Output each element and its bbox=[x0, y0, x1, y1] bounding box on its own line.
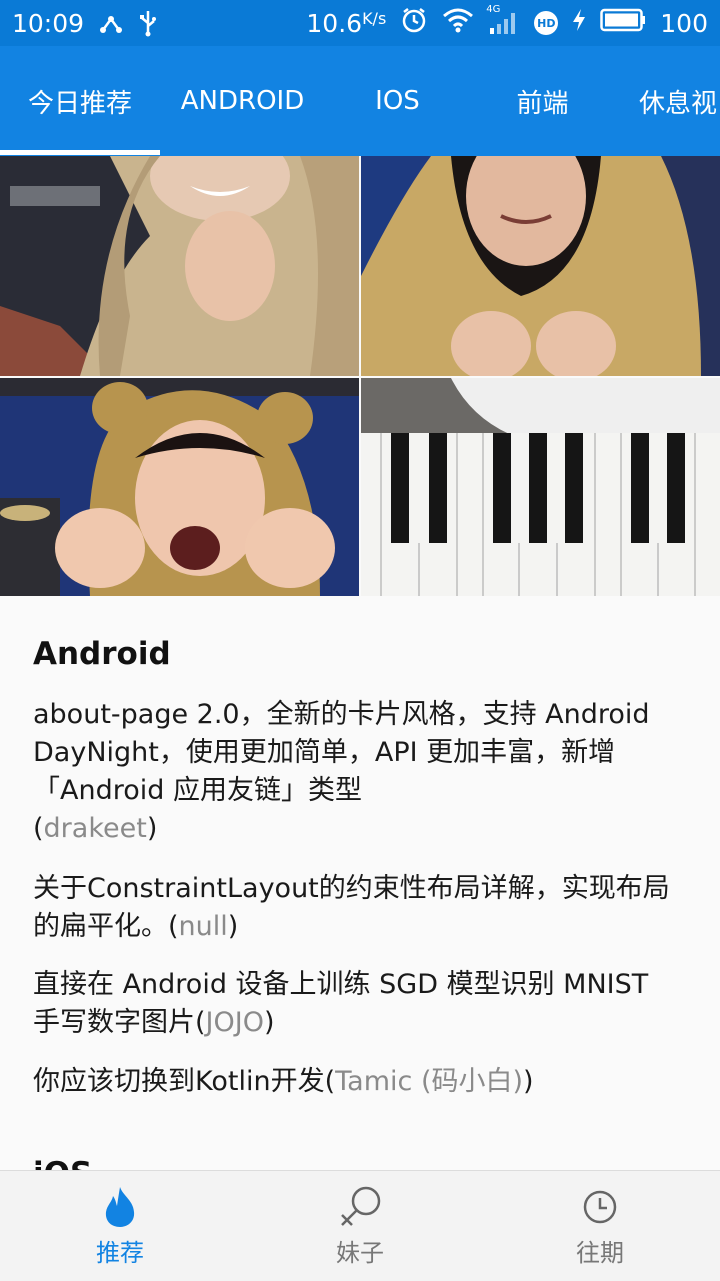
photo-collage[interactable] bbox=[0, 156, 720, 596]
network-speed: 10.6K/s bbox=[306, 8, 387, 38]
share-network-icon bbox=[98, 10, 124, 36]
tab-frontend[interactable]: 前端 bbox=[470, 46, 615, 156]
entry-author: Tamic (码小白) bbox=[335, 1066, 524, 1097]
entry-author: null bbox=[178, 911, 228, 942]
list-item[interactable]: 关于ConstraintLayout的约束性布局详解，实现布局的扁平化。(nul… bbox=[33, 870, 673, 946]
battery-level: 100 bbox=[660, 8, 708, 38]
nav-recommend[interactable]: 推荐 bbox=[0, 1171, 240, 1281]
flame-icon bbox=[103, 1185, 137, 1229]
daily-content[interactable]: Android about-page 2.0，全新的卡片风格，支持 Androi… bbox=[0, 596, 720, 1170]
list-item[interactable]: 你应该切换到Kotlin开发(Tamic (码小白)) bbox=[33, 1063, 673, 1101]
nav-history-label: 往期 bbox=[576, 1239, 624, 1267]
entry-author: JOJO bbox=[205, 1007, 264, 1038]
photo-top-right[interactable] bbox=[361, 156, 720, 376]
tab-android[interactable]: ANDROID bbox=[160, 46, 325, 156]
entry-author: drakeet bbox=[43, 813, 147, 844]
nav-history[interactable]: 往期 bbox=[480, 1171, 720, 1281]
nav-girls[interactable]: 妹子 bbox=[240, 1171, 480, 1281]
battery-icon bbox=[600, 8, 646, 38]
cell-signal-icon: 4G bbox=[486, 4, 520, 36]
photo-bottom-left[interactable] bbox=[0, 378, 359, 596]
tab-indicator bbox=[0, 150, 160, 155]
entry-title: about-page 2.0，全新的卡片风格，支持 Android DayNig… bbox=[33, 699, 650, 806]
charging-bolt-icon bbox=[572, 8, 586, 38]
usb-icon bbox=[138, 9, 158, 37]
tab-ios[interactable]: IOS bbox=[325, 46, 470, 156]
alarm-icon bbox=[400, 6, 428, 40]
tab-today-recommend[interactable]: 今日推荐 bbox=[0, 46, 160, 156]
female-symbol-icon bbox=[336, 1185, 384, 1229]
nav-recommend-label: 推荐 bbox=[96, 1239, 144, 1267]
list-item[interactable]: about-page 2.0，全新的卡片风格，支持 Android DayNig… bbox=[33, 696, 673, 848]
photo-bottom-right[interactable] bbox=[361, 378, 720, 596]
entry-title: 你应该切换到Kotlin开发 bbox=[33, 1066, 325, 1097]
entry-title: 关于ConstraintLayout的约束性布局详解，实现布局的扁平化。 bbox=[33, 873, 670, 942]
bottom-navigation: 推荐 妹子 往期 bbox=[0, 1170, 720, 1281]
photo-top-left[interactable] bbox=[0, 156, 359, 376]
wifi-icon bbox=[442, 7, 474, 39]
section-title-android: Android bbox=[33, 636, 171, 672]
entry-title: 直接在 Android 设备上训练 SGD 模型识别 MNIST 手写数字图片 bbox=[33, 969, 649, 1038]
clock-icon bbox=[582, 1185, 618, 1229]
tab-rest-video[interactable]: 休息视 bbox=[615, 46, 720, 156]
status-bar: 10:09 10.6K/s 4G HD 100 bbox=[0, 0, 720, 46]
nav-girls-label: 妹子 bbox=[336, 1239, 384, 1267]
list-item[interactable]: 直接在 Android 设备上训练 SGD 模型识别 MNIST 手写数字图片(… bbox=[33, 966, 673, 1042]
section-title-ios: iOS bbox=[33, 1156, 92, 1170]
category-tab-bar: 今日推荐 ANDROID IOS 前端 休息视 bbox=[0, 46, 720, 156]
hd-badge: HD bbox=[534, 11, 559, 35]
status-time: 10:09 bbox=[12, 8, 85, 38]
